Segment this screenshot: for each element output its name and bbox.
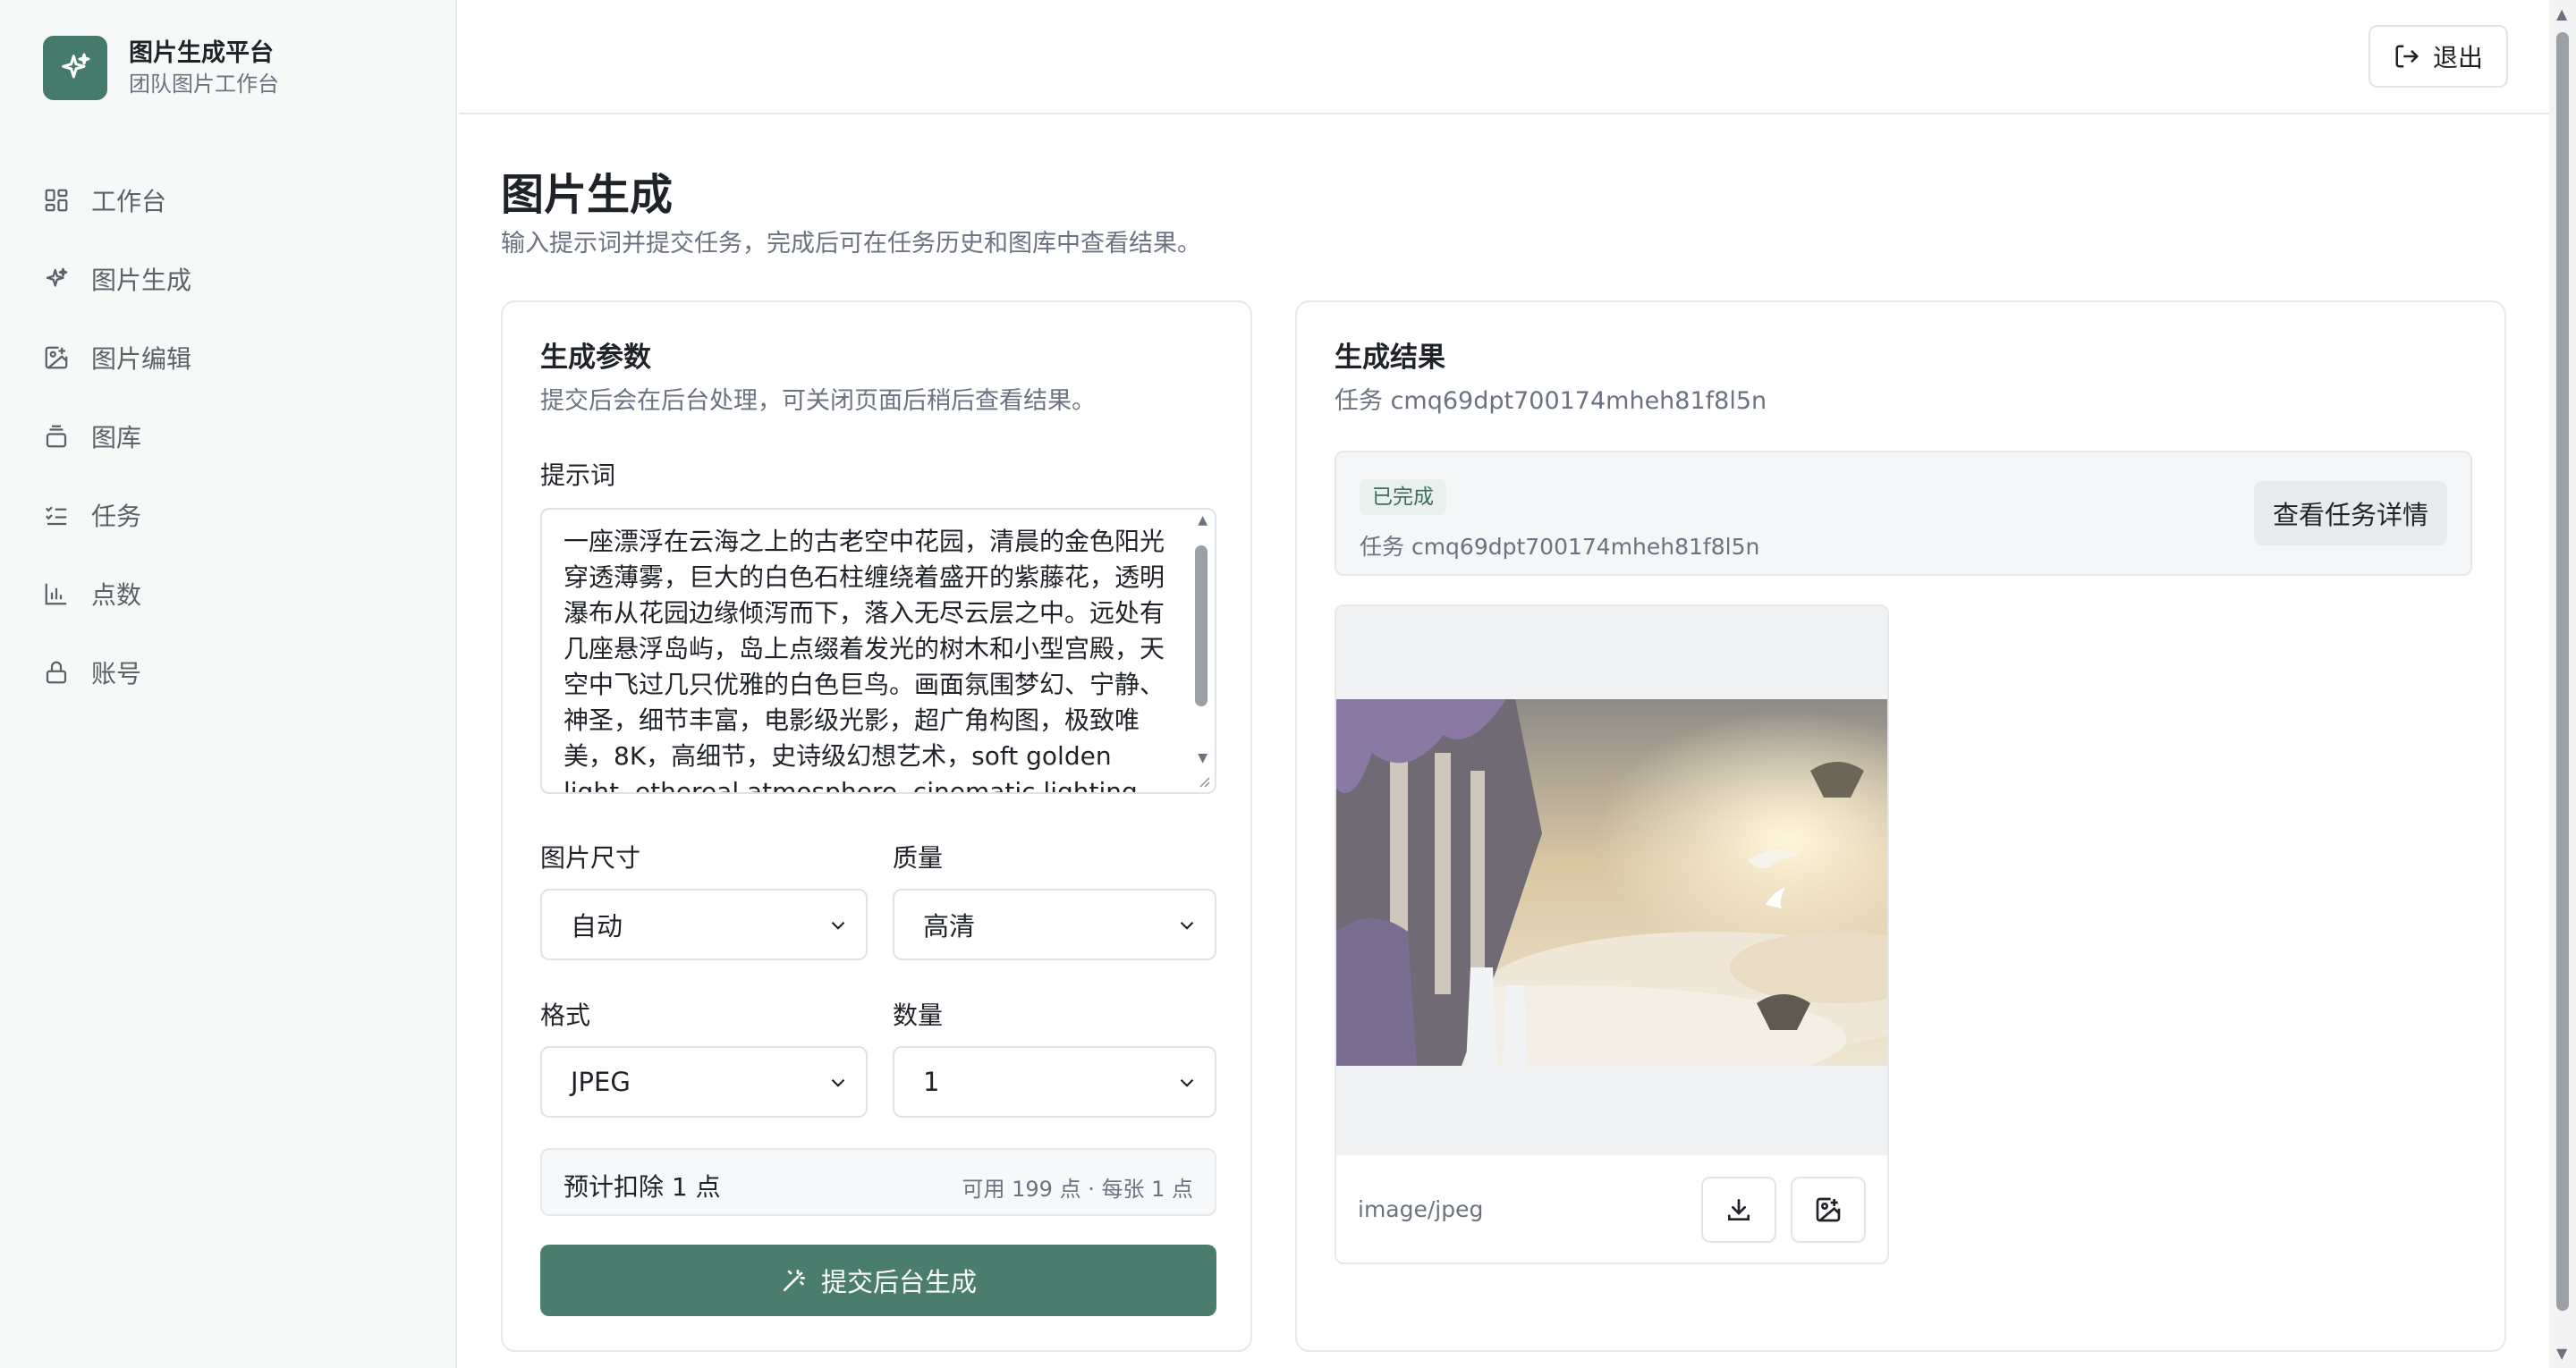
lock-icon: [46, 661, 67, 684]
logout-icon: [2395, 45, 2419, 68]
prompt-text: 一座漂浮在云海之上的古老空中花园，清晨的金色阳光穿透薄雾，巨大的白色石柱缠绕着盛…: [564, 527, 1165, 794]
edit-image-button[interactable]: [1791, 1177, 1866, 1243]
sidebar-item-gallery[interactable]: 图库: [43, 397, 191, 476]
gallery-icon: [46, 425, 67, 448]
brand[interactable]: 图片生成平台 团队图片工作台: [43, 36, 279, 100]
sidebar-item-label: 图库: [91, 423, 142, 452]
format-label: 格式: [540, 1001, 591, 1030]
result-card: 生成结果 任务 cmq69dpt700174mheh81f8l5n 已完成 任务…: [1295, 300, 2506, 1352]
cost-summary: 预计扣除 1 点 可用 199 点 · 每张 1 点: [540, 1148, 1216, 1216]
sparkles-logo-icon: [43, 36, 107, 100]
count-select[interactable]: 1: [893, 1046, 1216, 1118]
prompt-scrollbar[interactable]: [1195, 545, 1208, 706]
prompt-label: 提示词: [540, 460, 616, 490]
logout-label: 退出: [2432, 43, 2483, 72]
chevron-down-icon: [1180, 921, 1194, 930]
window-scrollbar[interactable]: ▲ ▼: [2549, 0, 2576, 1368]
quality-label: 质量: [893, 843, 944, 873]
size-value: 自动: [571, 911, 623, 942]
submit-button[interactable]: 提交后台生成: [540, 1245, 1216, 1316]
result-title: 生成结果: [1335, 342, 1445, 374]
sidebar-item-label: 任务: [91, 502, 142, 531]
task-list-icon: [45, 506, 67, 526]
sidebar-item-generate[interactable]: 图片生成: [43, 240, 191, 318]
format-select[interactable]: JPEG: [540, 1046, 868, 1118]
status-badge: 已完成: [1360, 479, 1446, 515]
brand-subtitle: 团队图片工作台: [129, 72, 279, 97]
task-status-panel: 已完成 任务 cmq69dpt700174mheh81f8l5n 查看任务详情: [1335, 451, 2472, 576]
params-card: 生成参数 提交后会在后台处理，可关闭页面后稍后查看结果。 提示词 一座漂浮在云海…: [501, 300, 1252, 1352]
count-value: 1: [923, 1067, 940, 1097]
sidebar-item-label: 工作台: [91, 187, 167, 216]
chevron-down-icon: [1180, 1078, 1194, 1087]
topbar: 退出: [459, 0, 2549, 114]
sparkles-icon: [46, 267, 68, 287]
sidebar-item-label: 账号: [91, 659, 142, 688]
page-subtitle: 输入提示词并提交任务，完成后可在任务历史和图库中查看结果。: [501, 230, 1201, 258]
prompt-textarea[interactable]: 一座漂浮在云海之上的古老空中花园，清晨的金色阳光穿透薄雾，巨大的白色石柱缠绕着盛…: [540, 508, 1216, 794]
image-edit-icon: [1816, 1197, 1841, 1222]
format-value: JPEG: [571, 1067, 631, 1097]
result-task-id: 任务 cmq69dpt700174mheh81f8l5n: [1335, 387, 1767, 415]
sidebar-item-points[interactable]: 点数: [43, 554, 191, 633]
image-mime-type: image/jpeg: [1358, 1196, 1484, 1222]
image-footer: image/jpeg: [1336, 1155, 1887, 1262]
count-label: 数量: [893, 1001, 944, 1030]
cost-estimate: 预计扣除 1 点: [564, 1172, 721, 1202]
dashboard-icon: [45, 189, 68, 212]
scroll-down-icon[interactable]: ▼: [2556, 1345, 2567, 1362]
window-scroll-thumb[interactable]: [2556, 32, 2569, 1311]
sidebar-item-label: 点数: [91, 580, 142, 610]
params-title: 生成参数: [540, 342, 651, 374]
sidebar-item-label: 图片编辑: [91, 344, 192, 374]
view-task-details-button[interactable]: 查看任务详情: [2254, 481, 2447, 545]
generated-image[interactable]: [1336, 699, 1887, 1066]
sidebar-item-edit[interactable]: 图片编辑: [43, 318, 191, 397]
cost-balance: 可用 199 点 · 每张 1 点: [962, 1177, 1193, 1202]
sidebar-item-tasks[interactable]: 任务: [43, 476, 191, 554]
quality-value: 高清: [923, 911, 976, 942]
magic-wand-icon: [783, 1270, 805, 1291]
size-select[interactable]: 自动: [540, 889, 868, 960]
chevron-down-icon: [831, 1078, 845, 1087]
sidebar-item-account[interactable]: 账号: [43, 633, 191, 712]
logout-button[interactable]: 退出: [2368, 25, 2508, 88]
download-icon: [1728, 1199, 1750, 1220]
bar-chart-icon: [45, 583, 67, 605]
params-subtitle: 提交后会在后台处理，可关闭页面后稍后查看结果。: [540, 387, 1096, 415]
brand-title: 图片生成平台: [129, 39, 274, 67]
scroll-down-icon[interactable]: ▼: [1198, 751, 1208, 765]
submit-label: 提交后台生成: [820, 1267, 977, 1297]
download-button[interactable]: [1701, 1177, 1776, 1243]
status-task-id: 任务 cmq69dpt700174mheh81f8l5n: [1360, 534, 1760, 560]
sidebar-nav: 工作台 图片生成 图片编辑 图库 任务 点数 账号: [43, 161, 191, 712]
size-label: 图片尺寸: [540, 843, 641, 873]
sidebar: 图片生成平台 团队图片工作台 工作台 图片生成 图片编辑 图库 任务 点数 账号: [0, 0, 457, 1368]
sidebar-item-label: 图片生成: [91, 266, 192, 295]
scroll-up-icon[interactable]: ▲: [1198, 513, 1208, 528]
page-title: 图片生成: [501, 170, 674, 220]
image-edit-icon: [45, 346, 68, 369]
quality-select[interactable]: 高清: [893, 889, 1216, 960]
resize-handle-icon[interactable]: [1197, 774, 1211, 789]
image-preview-area: [1336, 606, 1887, 1155]
chevron-down-icon: [831, 921, 845, 930]
sidebar-item-dashboard[interactable]: 工作台: [43, 161, 191, 240]
result-image-card: image/jpeg: [1335, 604, 1889, 1264]
scroll-up-icon[interactable]: ▲: [2556, 5, 2567, 22]
